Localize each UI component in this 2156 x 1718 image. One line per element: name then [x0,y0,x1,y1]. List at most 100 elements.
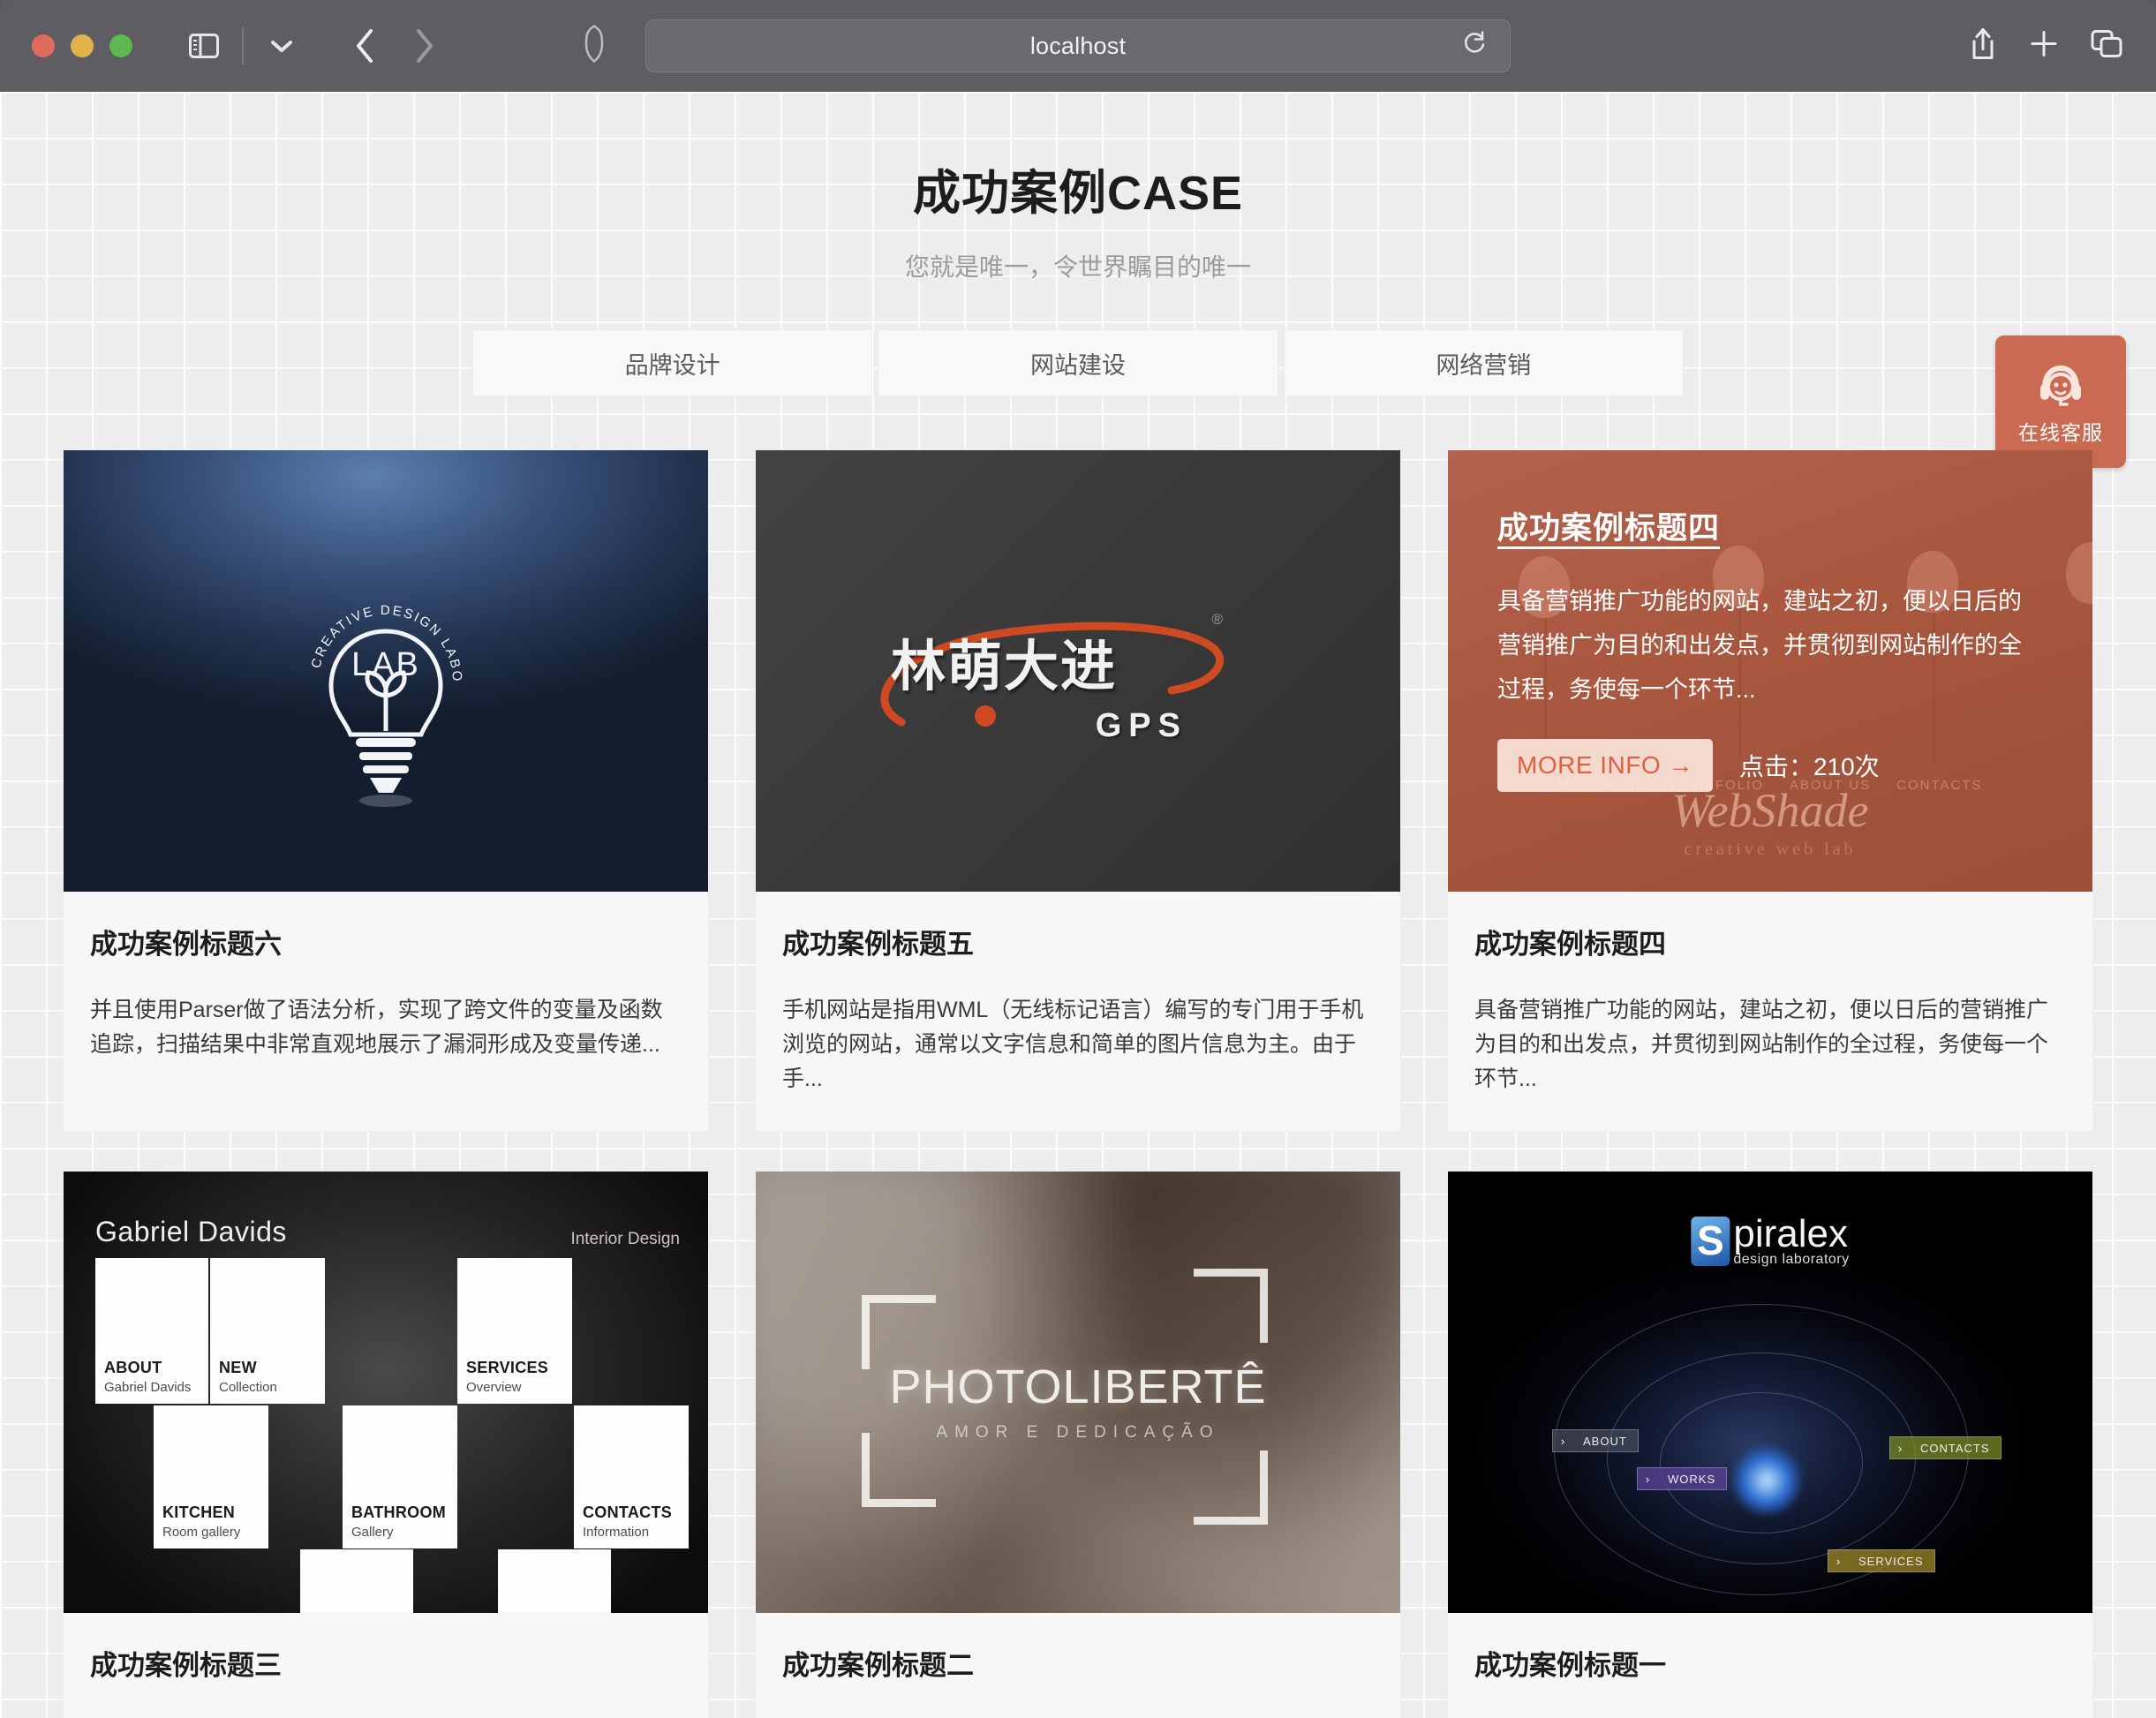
online-service-widget[interactable]: 在线客服 [1995,335,2126,468]
gd-tile: SERVICES Overview [457,1258,572,1405]
case-card-media: PHOTOLIBERTÊ AMOR E DEDICAÇÃO [756,1172,1400,1614]
gd-tile-sub: Collection [219,1380,277,1396]
hover-actions: MORE INFO → 点击：210次 [1497,738,2043,792]
forward-arrow-icon [417,29,433,63]
photoliberte-name: PHOTOLIBERTÊ [889,1360,1267,1414]
spiralex-sub: design laboratory [1733,1252,1850,1268]
toolbar-divider [242,27,244,64]
close-window-button[interactable] [32,34,55,57]
page-viewport: 成功案例CASE 您就是唯一，令世界瞩目的唯一 品牌设计 网站建设 网络营销 在… [0,92,2156,1718]
gd-tile: NEW Collection [210,1258,325,1405]
chevron-right-icon: › [1560,1434,1565,1448]
gd-tagline: Interior Design [570,1230,680,1249]
case-card-body: 成功案例标题三 [64,1613,708,1718]
gd-tile-sub: Room gallery [162,1525,241,1541]
gd-tile: BEDROOM Gallery [498,1549,611,1614]
address-bar[interactable]: localhost [645,19,1511,72]
case-card-hovered[interactable]: MAIN PAGE PORTFOLIO ABOUT US CONTACTS We… [1447,449,2093,1133]
tab-brand-design[interactable]: 品牌设计 [472,329,873,396]
spiralex-nav-about: › ABOUT [1552,1429,1639,1453]
spiralex-name-text: piralex [1733,1212,1848,1256]
spiralex-nav-contacts: › CONTACTS [1889,1436,2001,1460]
case-grid: LAB CREATIVE DESIGN LABORATORY 成功案例标题六 并… [63,449,2093,1718]
case-card-body: 成功案例标题六 并且使用Parser做了语法分析，实现了跨文件的变量及函数追踪，… [64,892,708,1097]
online-service-label: 在线客服 [2018,421,2103,444]
new-tab-button[interactable] [2029,29,2059,64]
browser-toolbar: localhost [0,0,2156,92]
gd-tile-label: KITCHEN [162,1503,236,1522]
camera-bracket-icon [862,1295,936,1370]
shield-icon [584,25,604,64]
case-card-desc: 具备营销推广功能的网站，建站之初，便以日后的营销推广为目的和出发点，并贯彻到网站… [1474,998,2049,1091]
gd-tile-label: CONTACTS [583,1503,673,1522]
case-card-media: S piralex design laboratory › ABOUT › WO… [1448,1172,2092,1614]
camera-bracket-icon [1194,1451,1268,1526]
plus-icon [2031,31,2057,57]
gps-logo: 林萌大进 ® GPS [848,592,1308,750]
gd-tile: BATHROOM Gallery [343,1405,457,1549]
gd-tile-sub: Gabriel Davids [104,1380,192,1396]
case-card[interactable]: 林萌大进 ® GPS 成功案例标题五 手机网站是指用WML（无线标记语言）编写的… [755,449,1401,1133]
spiralex-nav-works: › WORKS [1637,1467,1728,1491]
spiralex-nav-label: WORKS [1668,1472,1716,1486]
minimize-window-button[interactable] [71,34,94,57]
case-card-title: 成功案例标题三 [90,1650,282,1682]
headset-support-icon [2040,365,2081,406]
photoliberte-tagline: AMOR E DEDICAÇÃO [936,1423,1220,1443]
gps-registered-mark: ® [1211,611,1223,628]
more-info-button[interactable]: MORE INFO → [1497,738,1713,792]
back-button[interactable] [339,20,390,72]
case-card-media: LAB CREATIVE DESIGN LABORATORY [64,450,708,892]
case-card-title: 成功案例标题一 [1474,1650,1666,1682]
category-tabs: 品牌设计 网站建设 网络营销 [472,329,1684,396]
tab-overview-icon [2091,30,2122,57]
url-text: localhost [1029,32,1127,59]
gd-tile-label: BATHROOM [351,1503,447,1522]
gd-tile-sub: Information [583,1525,650,1541]
gd-brand: Gabriel Davids [76,1203,287,1278]
case-card[interactable]: Gabriel Davids Interior Design ABOUT Gab… [63,1171,709,1718]
case-card-media: 林萌大进 ® GPS [756,450,1400,892]
page-header: 成功案例CASE 您就是唯一，令世界瞩目的唯一 [0,92,2156,283]
gps-brand-en: GPS [1095,707,1187,744]
svg-text:LAB: LAB [351,646,420,683]
chevron-right-icon: › [1836,1554,1841,1568]
case-card-title: 成功案例标题五 [782,929,974,960]
case-card-body: 成功案例标题一 [1448,1613,2092,1718]
camera-bracket-icon [862,1433,936,1508]
hover-desc: 具备营销推广功能的网站，建站之初，便以日后的营销推广为目的和出发点，并贯彻到网站… [1497,588,2022,703]
lightbulb-lab-logo-icon: LAB CREATIVE DESIGN LABORATORY [280,583,463,807]
gd-tile: CONTACTS Information [574,1405,689,1549]
sidebar-icon [189,34,219,58]
case-card-title: 成功案例标题二 [782,1650,974,1682]
case-card-hover-overlay: 成功案例标题四 具备营销推广功能的网站，建站之初，便以日后的营销推广为目的和出发… [1448,450,2092,892]
reload-button[interactable] [1462,31,1487,62]
forward-button[interactable] [399,20,450,72]
tab-network-marketing[interactable]: 网络营销 [1283,329,1684,396]
case-card-body: 成功案例标题二 [756,1613,1400,1718]
gd-tile: KITCHEN Room gallery [154,1405,268,1549]
case-card-title: 成功案例标题四 [1474,929,1666,960]
spiral-core-glow [1731,1445,1803,1517]
case-card-body: 成功案例标题五 手机网站是指用WML（无线标记语言）编写的专门用于手机浏览的网站… [756,892,1400,1131]
case-card[interactable]: PHOTOLIBERTÊ AMOR E DEDICAÇÃO 成功案例标题二 [755,1171,1401,1718]
maximize-window-button[interactable] [109,34,132,57]
back-arrow-icon [357,29,373,63]
spiralex-name: piralex design laboratory [1733,1215,1850,1268]
share-icon [1972,28,1994,59]
case-card[interactable]: LAB CREATIVE DESIGN LABORATORY 成功案例标题六 并… [63,449,709,1133]
tab-overview-button[interactable] [2091,28,2124,64]
hover-title[interactable]: 成功案例标题四 [1497,503,2043,548]
privacy-report-button[interactable] [583,25,606,68]
case-card-media: Gabriel Davids Interior Design ABOUT Gab… [64,1172,708,1614]
sidebar-menu-button[interactable] [256,20,307,72]
photoliberte-logo: PHOTOLIBERTÊ AMOR E DEDICAÇÃO [889,1360,1266,1443]
gps-brand-cn: 林萌大进 [891,637,1118,697]
share-button[interactable] [1969,26,1997,66]
case-card[interactable]: S piralex design laboratory › ABOUT › WO… [1447,1171,2093,1718]
sidebar-toggle-button[interactable] [178,20,230,72]
case-card-body: 成功案例标题四 具备营销推广功能的网站，建站之初，便以日后的营销推广为目的和出发… [1448,892,2092,1131]
case-card-desc: 手机网站是指用WML（无线标记语言）编写的专门用于手机浏览的网站，通常以文字信息… [782,998,1364,1091]
tab-website-construction[interactable]: 网站建设 [878,329,1278,396]
gd-tile-sub: Overview [466,1380,522,1396]
